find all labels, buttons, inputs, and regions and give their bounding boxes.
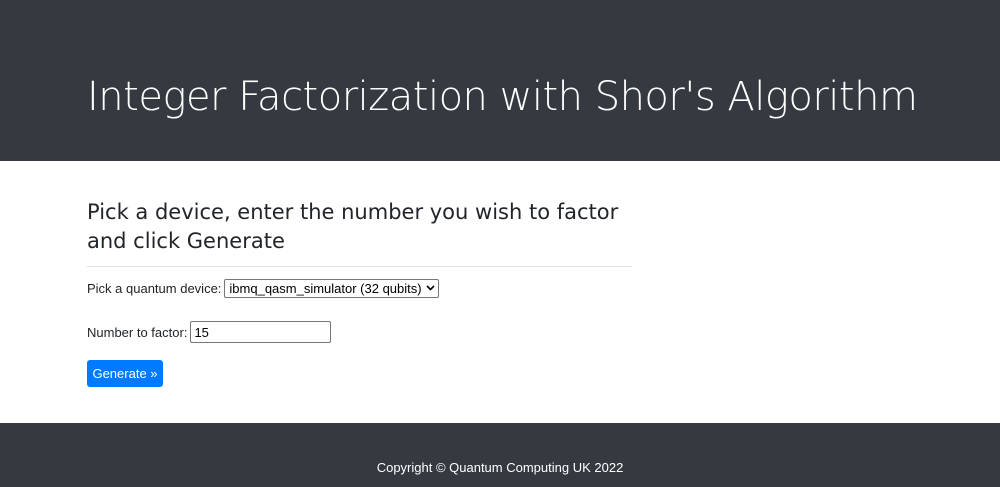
instructions-heading: Pick a device, enter the number you wish… <box>87 200 619 253</box>
device-label: Pick a quantum device: <box>87 281 222 296</box>
generate-button[interactable]: Generate » <box>87 360 163 387</box>
header-banner: Integer Factorization with Shor's Algori… <box>0 0 1000 161</box>
number-input[interactable]: 15 <box>190 321 332 343</box>
factor-row: Number to factor: 15 <box>87 321 332 343</box>
footer: Copyright © Quantum Computing UK 2022 <box>0 423 1000 487</box>
factor-label: Number to factor: <box>87 324 188 340</box>
device-select[interactable]: ibmq_qasm_simulator (32 qubits) <box>224 279 439 298</box>
divider <box>87 266 632 267</box>
chevron-down-icon <box>426 284 435 293</box>
device-row: Pick a quantum device: ibmq_qasm_simulat… <box>87 279 439 298</box>
device-select-value: ibmq_qasm_simulator (32 qubits) <box>229 281 422 296</box>
copyright-text: Copyright © Quantum Computing UK 2022 <box>376 460 624 475</box>
page-title: Integer Factorization with Shor's Algori… <box>87 74 918 120</box>
